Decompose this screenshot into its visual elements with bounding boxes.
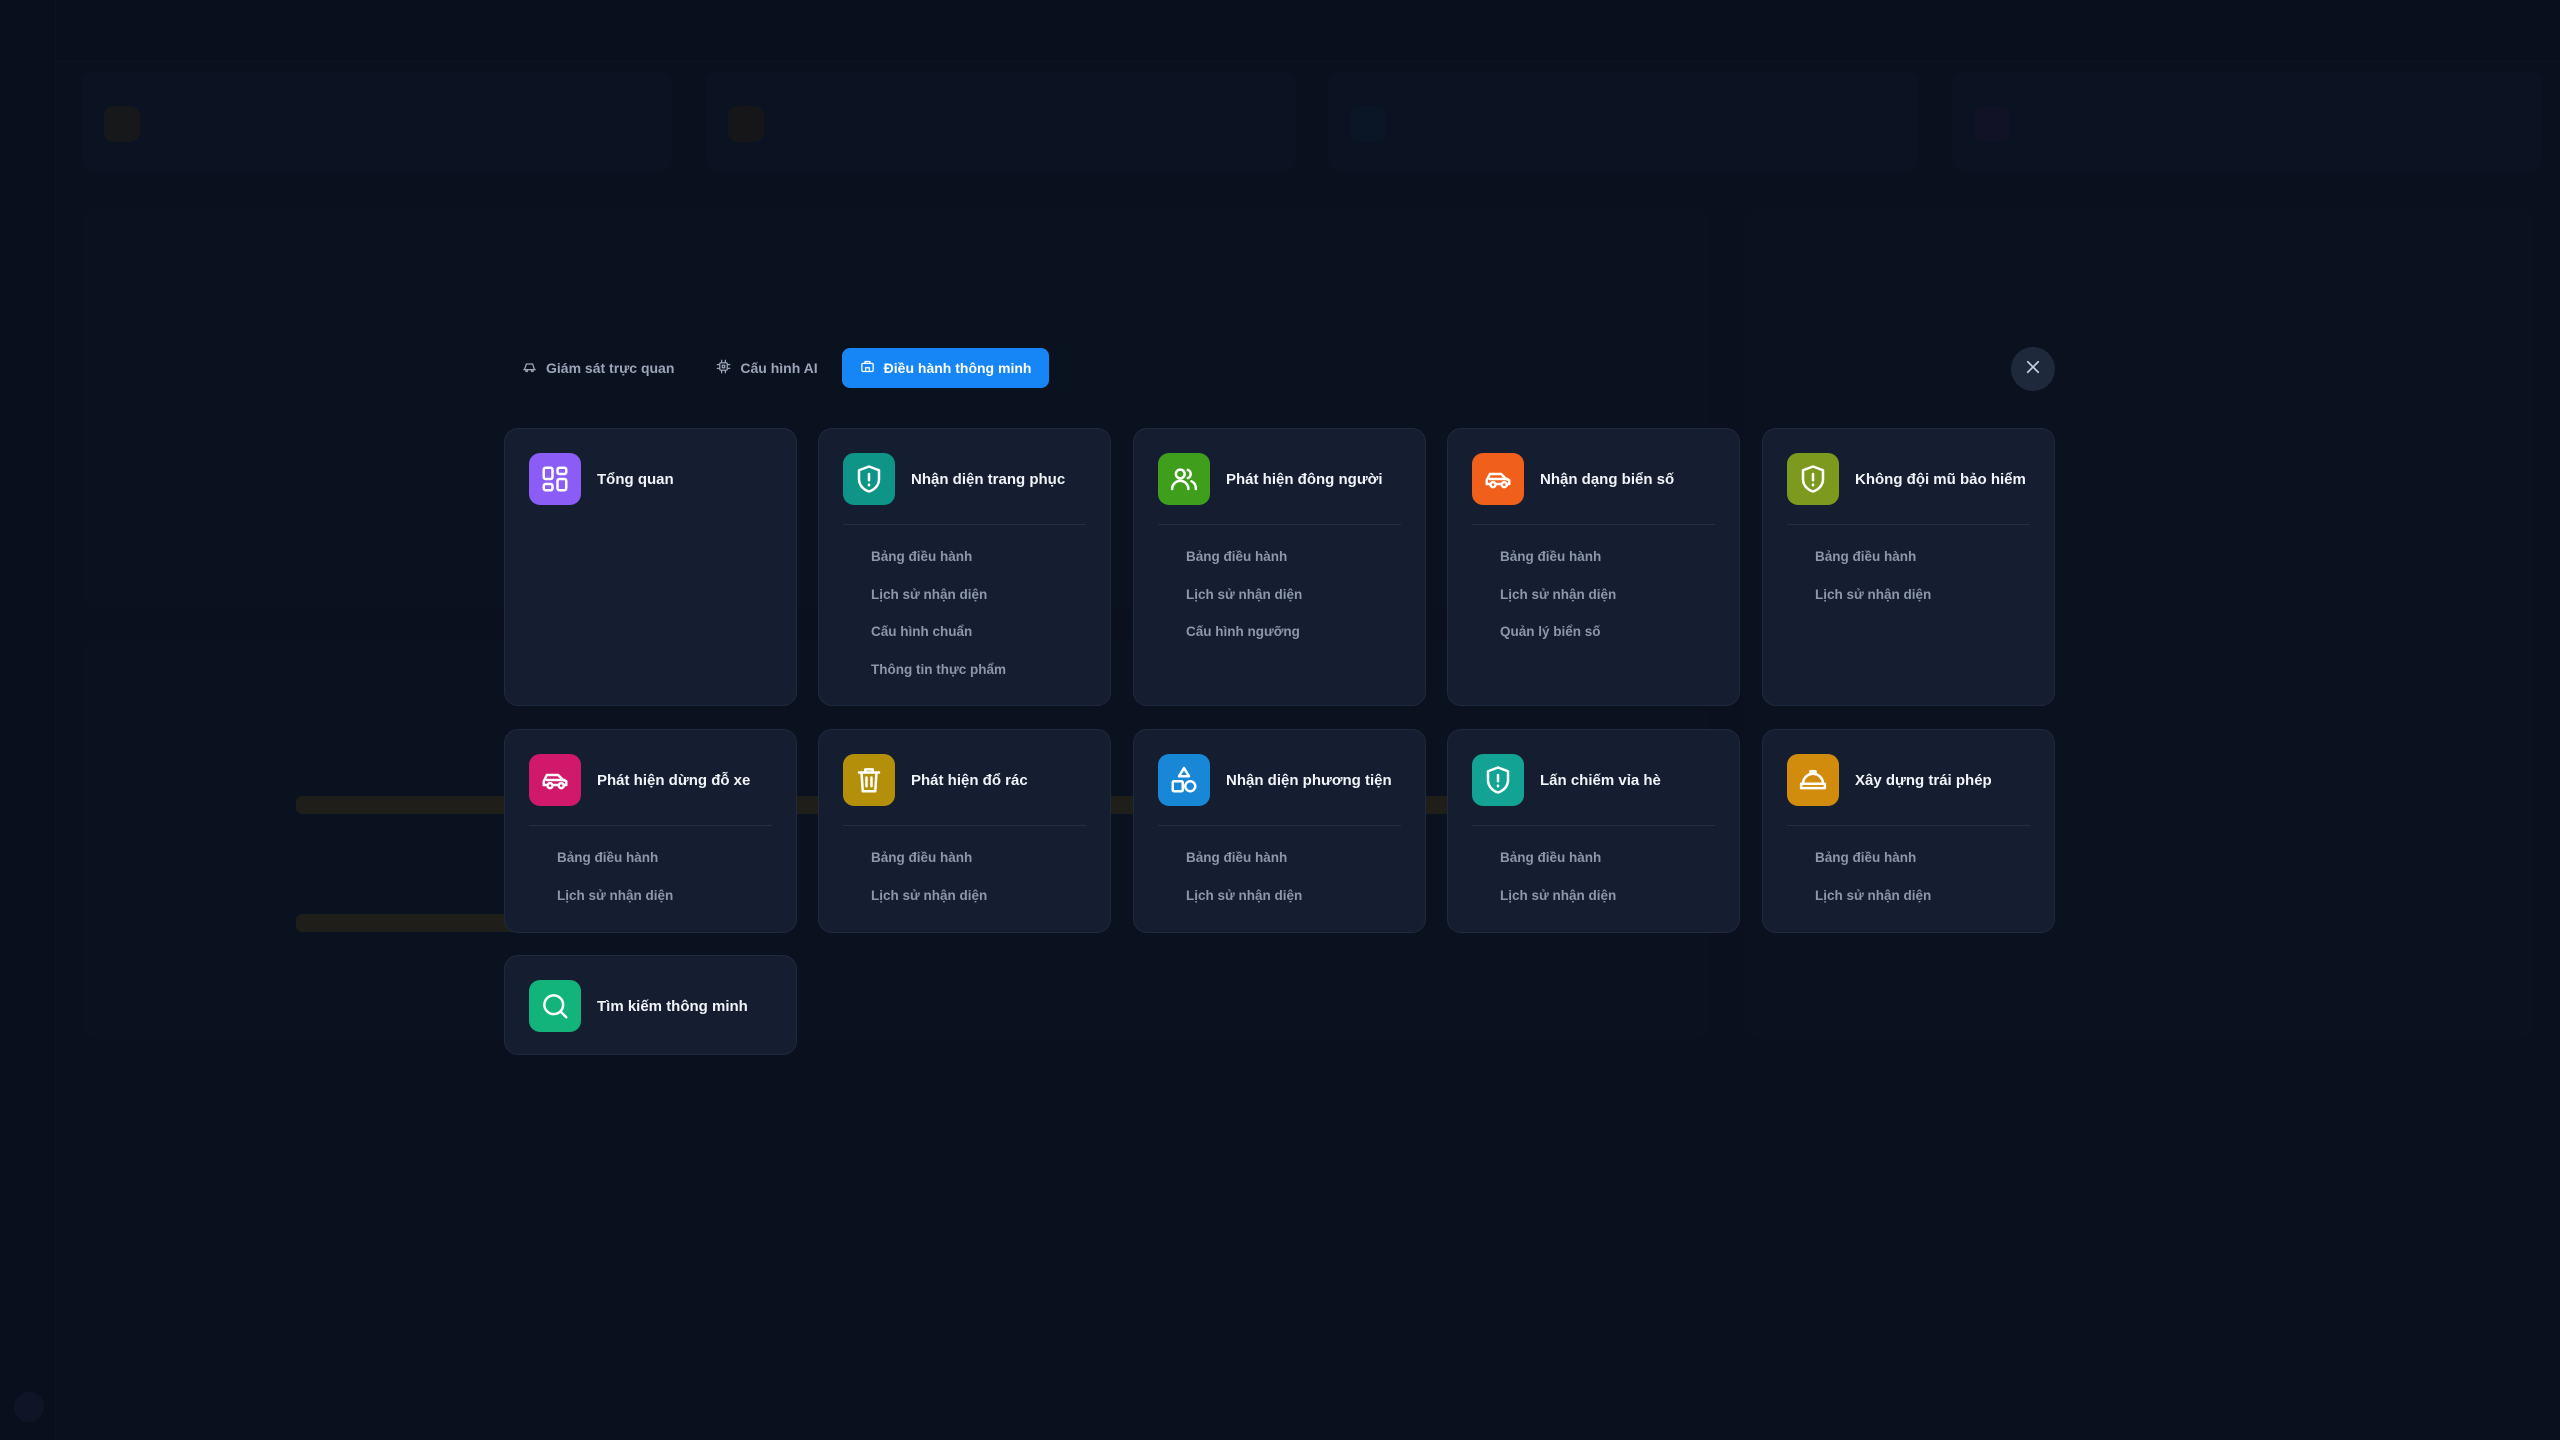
dashboard-grid-icon xyxy=(529,453,581,505)
close-icon xyxy=(2024,358,2042,381)
card-link[interactable]: Lịch sử nhận diện xyxy=(871,585,1006,623)
card-divider xyxy=(843,524,1086,525)
card-title: Lấn chiếm vỉa hè xyxy=(1540,771,1661,789)
card-links: Bảng điều hành Lịch sử nhận diện Cấu hìn… xyxy=(1186,547,1302,660)
hardhat-icon xyxy=(1787,754,1839,806)
card-link[interactable]: Lịch sử nhận diện xyxy=(1815,585,1931,623)
card-links: Bảng điều hành Lịch sử nhận diện xyxy=(1186,848,1302,923)
close-button[interactable] xyxy=(2011,347,2055,391)
card-link[interactable]: Cấu hình ngưỡng xyxy=(1186,622,1302,660)
card-link[interactable]: Bảng điều hành xyxy=(1500,547,1616,585)
card-divider xyxy=(1787,524,2030,525)
card-title: Nhận diện trang phục xyxy=(911,470,1066,488)
module-card-khong-doi-mu-bao-hiem[interactable]: Không đội mũ bảo hiểm Bảng điều hành Lịc… xyxy=(1762,428,2055,706)
card-title: Nhận dạng biển số xyxy=(1540,470,1675,488)
trash-icon xyxy=(843,754,895,806)
card-link[interactable]: Lịch sử nhận diện xyxy=(1186,886,1302,924)
card-header: Phát hiện dừng đỗ xe xyxy=(529,754,772,806)
card-header: Nhận diện trang phục xyxy=(843,453,1086,505)
card-link[interactable]: Lịch sử nhận diện xyxy=(557,886,673,924)
card-link[interactable]: Bảng điều hành xyxy=(871,547,1006,585)
car-icon xyxy=(529,754,581,806)
card-header: Nhận dạng biển số xyxy=(1472,453,1715,505)
module-card-nhan-dien-phuong-tien[interactable]: Nhận diện phương tiện Bảng điều hành Lịc… xyxy=(1133,729,1426,933)
card-divider xyxy=(1472,825,1715,826)
card-title: Xây dựng trái phép xyxy=(1855,771,1992,789)
card-links: Bảng điều hành Lịch sử nhận diện Quản lý… xyxy=(1500,547,1616,660)
card-links: Bảng điều hành Lịch sử nhận diện xyxy=(1815,848,1931,923)
module-card-xay-dung-trai-phep[interactable]: Xây dựng trái phép Bảng điều hành Lịch s… xyxy=(1762,729,2055,933)
card-links: Bảng điều hành Lịch sử nhận diện xyxy=(1500,848,1616,923)
card-links: Bảng điều hành Lịch sử nhận diện xyxy=(1815,547,1931,622)
module-card-phat-hien-dong-nguoi[interactable]: Phát hiện đông người Bảng điều hành Lịch… xyxy=(1133,428,1426,706)
card-divider xyxy=(1787,825,2030,826)
users-icon xyxy=(1158,453,1210,505)
module-card-nhan-dang-bien-so[interactable]: Nhận dạng biển số Bảng điều hành Lịch sử… xyxy=(1447,428,1740,706)
card-header: Tổng quan xyxy=(529,453,772,505)
tab-cau-hinh-ai[interactable]: Cấu hình AI xyxy=(698,348,835,388)
card-header: Phát hiện đổ rác xyxy=(843,754,1086,806)
card-title: Phát hiện đổ rác xyxy=(911,771,1028,789)
module-card-nhan-dien-trang-phuc[interactable]: Nhận diện trang phục Bảng điều hành Lịch… xyxy=(818,428,1111,706)
shield-alert-icon xyxy=(843,453,895,505)
tab-label: Điều hành thông minh xyxy=(883,360,1032,376)
card-link[interactable]: Lịch sử nhận diện xyxy=(1500,585,1616,623)
card-link[interactable]: Bảng điều hành xyxy=(1500,848,1616,886)
shapes-icon xyxy=(1158,754,1210,806)
card-title: Phát hiện đông người xyxy=(1226,470,1383,488)
card-link[interactable]: Lịch sử nhận diện xyxy=(1500,886,1616,924)
tab-giam-sat-truc-quan[interactable]: Giám sát trực quan xyxy=(504,348,692,388)
card-links: Bảng điều hành Lịch sử nhận diện Cấu hìn… xyxy=(871,547,1006,697)
card-link[interactable]: Lịch sử nhận diện xyxy=(871,886,987,924)
card-links: Bảng điều hành Lịch sử nhận diện xyxy=(557,848,673,923)
card-divider xyxy=(529,825,772,826)
card-title: Tổng quan xyxy=(597,470,674,488)
card-link[interactable]: Thông tin thực phẩm xyxy=(871,660,1006,698)
tab-dieu-hanh-thong-minh[interactable]: Điều hành thông minh xyxy=(841,348,1050,388)
building-icon xyxy=(860,359,875,377)
card-header: Xây dựng trái phép xyxy=(1787,754,2030,806)
car-monitor-icon xyxy=(522,359,537,377)
card-link[interactable]: Bảng điều hành xyxy=(1186,848,1302,886)
card-header: Phát hiện đông người xyxy=(1158,453,1401,505)
card-header: Không đội mũ bảo hiểm xyxy=(1787,453,2030,505)
tab-label: Cấu hình AI xyxy=(740,360,818,376)
search-icon xyxy=(529,980,581,1032)
module-card-tong-quan[interactable]: Tổng quan xyxy=(504,428,797,706)
card-link[interactable]: Bảng điều hành xyxy=(557,848,673,886)
module-tabs: Giám sát trực quan Cấu hình AI Điều hành… xyxy=(504,348,1050,388)
card-link[interactable]: Lịch sử nhận diện xyxy=(1186,585,1302,623)
card-divider xyxy=(843,825,1086,826)
card-header: Lấn chiếm vỉa hè xyxy=(1472,754,1715,806)
card-link[interactable]: Bảng điều hành xyxy=(871,848,987,886)
modal-overlay[interactable] xyxy=(0,0,2560,1440)
module-card-lan-chiem-via-he[interactable]: Lấn chiếm vỉa hè Bảng điều hành Lịch sử … xyxy=(1447,729,1740,933)
chip-icon xyxy=(716,359,731,377)
card-link[interactable]: Quản lý biển số xyxy=(1500,622,1616,660)
card-title: Phát hiện dừng đỗ xe xyxy=(597,771,751,789)
card-header: Tìm kiếm thông minh xyxy=(529,980,772,1032)
card-link[interactable]: Bảng điều hành xyxy=(1186,547,1302,585)
car-icon xyxy=(1472,453,1524,505)
card-title: Không đội mũ bảo hiểm xyxy=(1855,470,2026,488)
card-divider xyxy=(1472,524,1715,525)
card-link[interactable]: Lịch sử nhận diện xyxy=(1815,886,1931,924)
tab-label: Giám sát trực quan xyxy=(546,360,675,376)
module-card-tim-kiem-thong-minh[interactable]: Tìm kiếm thông minh xyxy=(504,955,797,1055)
card-link[interactable]: Cấu hình chuẩn xyxy=(871,622,1006,660)
card-links: Bảng điều hành Lịch sử nhận diện xyxy=(871,848,987,923)
shield-alert-icon xyxy=(1787,453,1839,505)
card-divider xyxy=(1158,524,1401,525)
card-link[interactable]: Bảng điều hành xyxy=(1815,848,1931,886)
shield-alert-icon xyxy=(1472,754,1524,806)
card-title: Nhận diện phương tiện xyxy=(1226,771,1392,789)
module-card-phat-hien-dung-do-xe[interactable]: Phát hiện dừng đỗ xe Bảng điều hành Lịch… xyxy=(504,729,797,933)
card-link[interactable]: Bảng điều hành xyxy=(1815,547,1931,585)
card-header: Nhận diện phương tiện xyxy=(1158,754,1401,806)
card-title: Tìm kiếm thông minh xyxy=(597,997,748,1015)
card-divider xyxy=(1158,825,1401,826)
module-card-phat-hien-do-rac[interactable]: Phát hiện đổ rác Bảng điều hành Lịch sử … xyxy=(818,729,1111,933)
